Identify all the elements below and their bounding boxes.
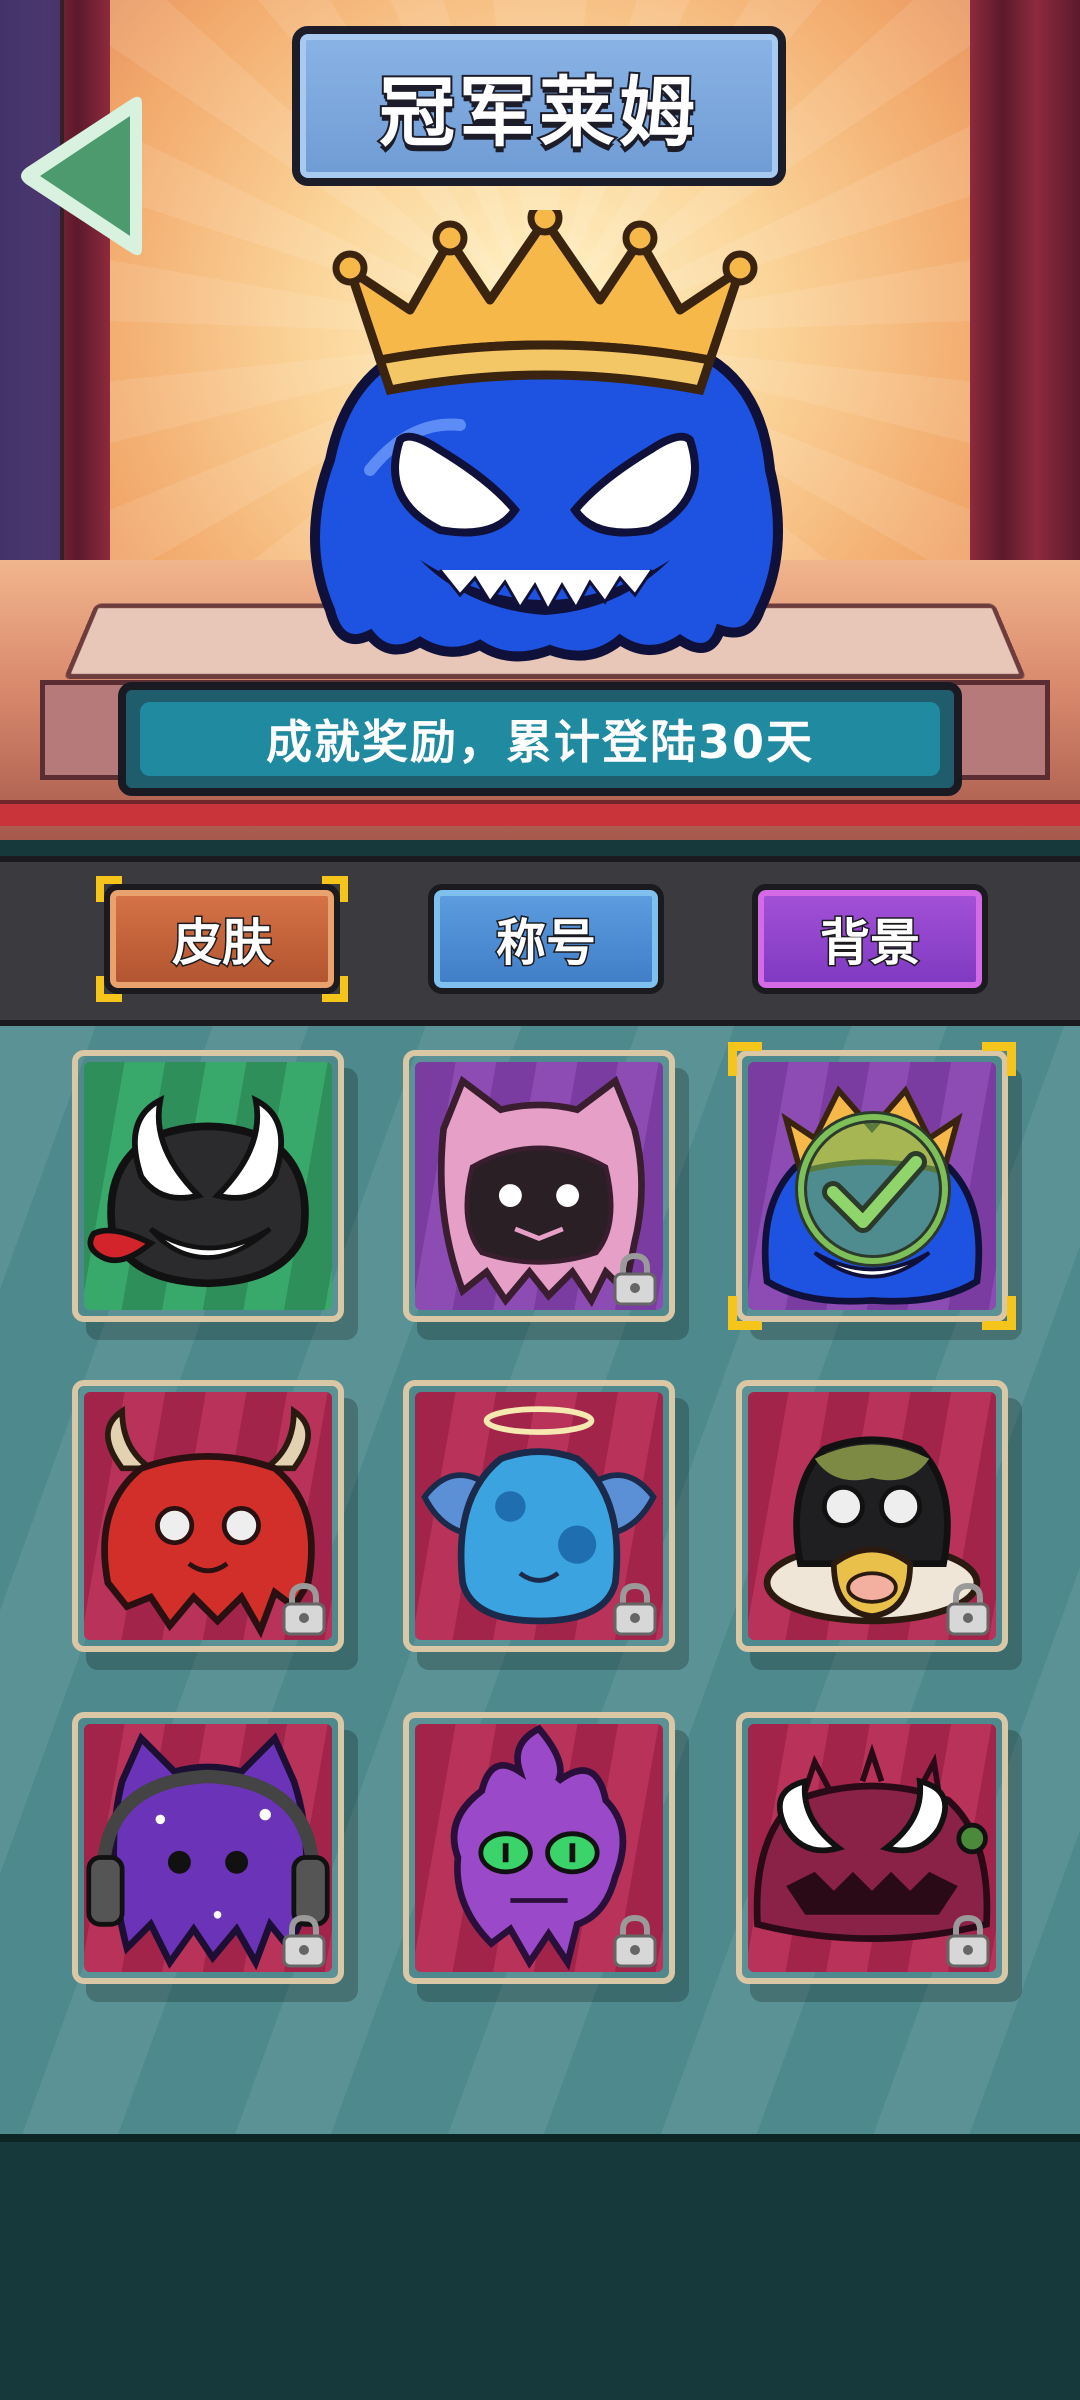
selection-corner xyxy=(322,976,348,1002)
selection-corner xyxy=(728,1296,762,1330)
skin-card-venom[interactable] xyxy=(72,1050,344,1322)
tab-background[interactable]: 背景 xyxy=(752,884,988,994)
skin-card-galaxy[interactable] xyxy=(58,1698,358,1998)
skin-card-red-devil[interactable] xyxy=(58,1366,358,1666)
lock-icon xyxy=(613,1582,657,1636)
tab-background-label: 背景 xyxy=(819,913,922,974)
description-bar: 成就奖励，累计登陆30天 xyxy=(118,682,962,796)
card-background xyxy=(84,1062,332,1310)
right-curtain xyxy=(970,0,1080,600)
tab-skin-label: 皮肤 xyxy=(171,913,274,974)
tab-skin[interactable]: 皮肤 xyxy=(96,876,348,1002)
skin-card-crowned-blue[interactable] xyxy=(728,1042,1016,1330)
back-button[interactable] xyxy=(14,92,154,260)
selection-corner xyxy=(96,976,122,1002)
lock-icon xyxy=(282,1582,326,1636)
skin-card-cow-float[interactable] xyxy=(722,1366,1022,1666)
page-title: 冠军莱姆 xyxy=(377,66,699,159)
lock-icon xyxy=(613,1252,657,1306)
skin-grid xyxy=(0,1026,1080,2134)
selection-corner xyxy=(982,1296,1016,1330)
skin-card-pink-cat[interactable] xyxy=(403,1050,675,1322)
bottom-panel xyxy=(0,2134,1080,2400)
description-text: 成就奖励，累计登陆30天 xyxy=(265,715,814,769)
tab-title-label: 称号 xyxy=(495,913,598,974)
category-tabs: 皮肤 称号 背景 xyxy=(0,856,1080,1026)
skin-card-spiky-monster[interactable] xyxy=(722,1698,1022,1998)
skin-card-purple-skull[interactable] xyxy=(389,1698,689,1998)
stage-stripe xyxy=(0,800,1080,826)
back-arrow-icon xyxy=(21,96,142,256)
lock-icon xyxy=(946,1914,990,1968)
selection-corner xyxy=(322,876,348,902)
crown-icon xyxy=(332,210,758,396)
hero-crowned-slime xyxy=(310,210,783,662)
lock-icon xyxy=(613,1914,657,1968)
lock-icon xyxy=(946,1582,990,1636)
tab-title[interactable]: 称号 xyxy=(428,884,664,994)
venom-slime-art xyxy=(87,1094,309,1288)
selection-corner xyxy=(982,1042,1016,1076)
skin-card-angel-blue[interactable] xyxy=(389,1366,689,1666)
lock-icon xyxy=(282,1914,326,1968)
selection-corner xyxy=(96,876,122,902)
title-banner: 冠军莱姆 xyxy=(292,26,786,186)
check-icon xyxy=(795,1111,951,1267)
selection-corner xyxy=(728,1042,762,1076)
